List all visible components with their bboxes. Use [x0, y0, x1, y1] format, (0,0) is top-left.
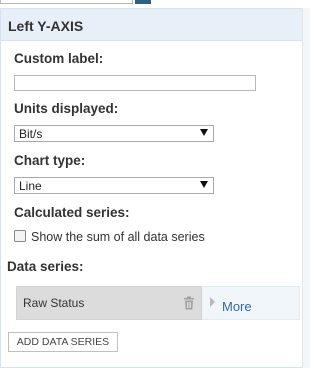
- custom-label-input[interactable]: [14, 75, 256, 91]
- top-partial-input[interactable]: [0, 0, 133, 4]
- top-partial-button[interactable]: [135, 0, 151, 4]
- units-select[interactable]: Bit/s: [14, 125, 214, 142]
- data-series-item-label: Raw Status: [23, 296, 85, 310]
- units-selected-value: Bit/s: [19, 127, 43, 141]
- units-displayed-heading: Units displayed:: [14, 101, 119, 116]
- chevron-down-icon: [200, 181, 208, 188]
- adjacent-panel-edge: [302, 8, 310, 368]
- panel-title: Left Y-AXIS: [8, 18, 84, 34]
- custom-label-heading: Custom label:: [14, 51, 104, 66]
- calculated-series-heading: Calculated series:: [14, 205, 130, 220]
- chevron-right-icon[interactable]: [210, 297, 215, 307]
- add-data-series-button[interactable]: ADD DATA SERIES: [8, 332, 118, 352]
- chevron-down-icon: [200, 129, 208, 136]
- sum-series-checkbox-label[interactable]: Show the sum of all data series: [31, 230, 205, 244]
- more-link[interactable]: More: [222, 299, 252, 314]
- chart-type-heading: Chart type:: [14, 153, 86, 168]
- chart-type-select[interactable]: Line: [14, 177, 214, 194]
- data-series-item[interactable]: Raw Status: [16, 286, 202, 320]
- chart-type-selected-value: Line: [19, 179, 42, 193]
- data-series-heading: Data series:: [7, 259, 84, 274]
- trash-icon[interactable]: [183, 296, 195, 310]
- sum-series-checkbox[interactable]: [14, 230, 26, 242]
- panel-header: Left Y-AXIS: [1, 9, 302, 41]
